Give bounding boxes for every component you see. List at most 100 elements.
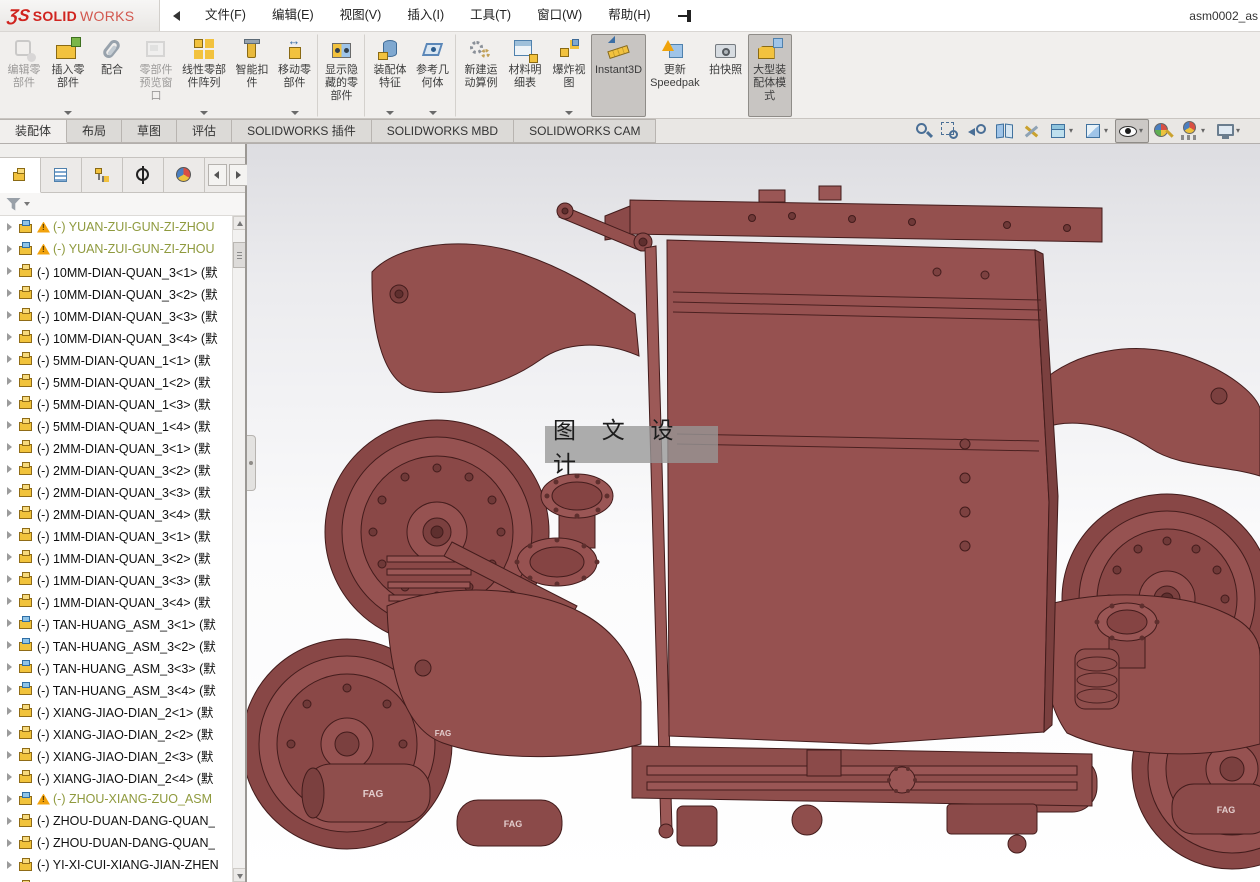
expand-arrow-icon[interactable] <box>4 419 16 431</box>
graphics-viewport[interactable]: FAG FAG FAG FAG FAG <box>247 144 1260 882</box>
tree-item[interactable]: (-) TAN-HUANG_ASM_3<4> (默 <box>0 678 232 700</box>
reference-geometry-button[interactable]: 参考几 何体 <box>412 34 456 117</box>
zoom-to-fit-button[interactable] <box>910 119 936 143</box>
tree-item[interactable]: (-) TAN-HUANG_ASM_3<1> (默 <box>0 612 232 634</box>
panel-nav-left-icon[interactable] <box>208 164 227 186</box>
exploded-view-button[interactable]: 爆炸视 图 <box>547 34 591 117</box>
insert-component-button[interactable]: 插入零 部件 <box>46 34 90 117</box>
section-view-button[interactable] <box>991 119 1017 143</box>
view-orientation-button[interactable] <box>1045 119 1079 143</box>
mate-button[interactable]: 配合 <box>90 34 134 117</box>
tab-layout[interactable]: 布局 <box>67 119 123 143</box>
hide-show-items-button[interactable] <box>1115 119 1149 143</box>
expand-arrow-icon[interactable] <box>4 661 16 673</box>
tree-item[interactable]: (-) TAN-HUANG_ASM_3<2> (默 <box>0 634 232 656</box>
tree-item[interactable]: (-) XIANG-JIAO-DIAN_2<1> (默 <box>0 700 232 722</box>
expand-arrow-icon[interactable] <box>4 441 16 453</box>
smart-fasteners-button[interactable]: 智能扣 件 <box>230 34 274 117</box>
tree-item[interactable]: (-) 1MM-DIAN-QUAN_3<1> (默 <box>0 524 232 546</box>
tree-item[interactable]: (-) ZHOU-XIANG-ZUO_ASM <box>0 788 232 810</box>
filter-funnel-icon[interactable] <box>6 197 21 211</box>
linear-pattern-button[interactable]: 线性零部 件阵列 <box>178 34 230 117</box>
expand-arrow-icon[interactable] <box>4 595 16 607</box>
tree-item[interactable]: (-) 5MM-DIAN-QUAN_1<3> (默 <box>0 392 232 414</box>
configurationmanager-tab[interactable] <box>82 158 123 192</box>
tree-item[interactable]: (-) 10MM-DIAN-QUAN_3<1> (默 <box>0 260 232 282</box>
tree-item[interactable]: (-) YUAN-ZUI-GUN-ZI-ZHOU <box>0 216 232 238</box>
tree-item[interactable]: (-) XIANG-JIAO-DIAN_2<4> (默 <box>0 766 232 788</box>
tree-item[interactable]: (-) 1MM-DIAN-QUAN_3<4> (默 <box>0 590 232 612</box>
menu-help[interactable]: 帮助(H) <box>595 0 663 31</box>
component-preview-button[interactable]: 零部件 预览窗 口 <box>134 34 178 117</box>
tree-item[interactable]: (-) ZHOU-DUAN-DANG-QUAN_ <box>0 810 232 832</box>
expand-arrow-icon[interactable] <box>4 309 16 321</box>
expand-arrow-icon[interactable] <box>4 529 16 541</box>
apply-scene-button[interactable] <box>1177 119 1211 143</box>
tab-assembly[interactable]: 装配体 <box>0 119 68 143</box>
expand-arrow-icon[interactable] <box>4 771 16 783</box>
expand-arrow-icon[interactable] <box>4 551 16 563</box>
expand-arrow-icon[interactable] <box>4 727 16 739</box>
instant3d-button[interactable]: Instant3D <box>591 34 647 117</box>
expand-arrow-icon[interactable] <box>4 859 16 871</box>
edit-appearance-button[interactable] <box>1150 119 1176 143</box>
expand-arrow-icon[interactable] <box>4 397 16 409</box>
tree-item[interactable]: (-) 1MM-DIAN-QUAN_3<2> (默 <box>0 546 232 568</box>
expand-arrow-icon[interactable] <box>4 749 16 761</box>
tab-sketch[interactable]: 草图 <box>122 119 178 143</box>
expand-arrow-icon[interactable] <box>4 287 16 299</box>
top-beam[interactable] <box>604 185 1103 243</box>
tab-solidworks-mbd[interactable]: SOLIDWORKS MBD <box>371 119 515 143</box>
move-component-button[interactable]: 移动零 部件 <box>274 33 318 117</box>
expand-arrow-icon[interactable] <box>4 265 16 277</box>
show-hidden-components-button[interactable]: 显示隐 藏的零 部件 <box>321 34 365 117</box>
assembly-features-button[interactable]: 装配体 特征 <box>368 34 412 117</box>
displaymanager-tab[interactable] <box>164 158 205 192</box>
menu-window[interactable]: 窗口(W) <box>524 0 595 31</box>
tree-item[interactable]: (-) 2MM-DIAN-QUAN_3<1> (默 <box>0 436 232 458</box>
expand-arrow-icon[interactable] <box>4 683 16 695</box>
zoom-to-area-button[interactable] <box>937 119 963 143</box>
panel-collapse-handle[interactable] <box>247 435 256 491</box>
tree-item[interactable]: (-) 10MM-DIAN-QUAN_3<3> (默 <box>0 304 232 326</box>
expand-arrow-icon[interactable] <box>4 793 16 805</box>
display-style-button[interactable] <box>1080 119 1114 143</box>
new-motion-study-button[interactable]: 新建运 动算例 <box>459 34 503 117</box>
menu-insert[interactable]: 插入(I) <box>394 0 457 31</box>
tree-item[interactable]: (-) 10MM-DIAN-QUAN_3<4> (默 <box>0 326 232 348</box>
tab-solidworks-cam[interactable]: SOLIDWORKS CAM <box>514 119 657 143</box>
tree-item[interactable]: (-) 2MM-DIAN-QUAN_3<4> (默 <box>0 502 232 524</box>
bill-of-materials-button[interactable]: 材料明 细表 <box>503 34 547 117</box>
expand-arrow-icon[interactable] <box>4 705 16 717</box>
scroll-down-icon[interactable] <box>233 868 245 882</box>
expand-arrow-icon[interactable] <box>4 375 16 387</box>
tree-item[interactable]: (-) 5MM-DIAN-QUAN_1<1> (默 <box>0 348 232 370</box>
tree-item[interactable]: (-) XIANG-JIAO-DIAN_2<3> (默 <box>0 744 232 766</box>
edit-component-button[interactable]: 编辑零 部件 <box>2 34 46 117</box>
tree-item[interactable]: (-) YI-XI-CUI-XIANG-JIAN-ZHEN <box>0 854 232 876</box>
expand-arrow-icon[interactable] <box>4 837 16 849</box>
expand-arrow-icon[interactable] <box>4 221 16 233</box>
expand-arrow-icon[interactable] <box>4 573 16 585</box>
scroll-up-icon[interactable] <box>233 216 245 230</box>
tree-item[interactable]: (-) ZHOU-DUAN-DANG-QUAN_ <box>0 832 232 854</box>
update-speedpak-button[interactable]: 更新 Speedpak <box>646 34 704 117</box>
expand-arrow-icon[interactable] <box>4 243 16 255</box>
tree-scrollbar[interactable] <box>232 216 245 882</box>
model-canvas[interactable]: FAG FAG FAG FAG FAG <box>247 144 1260 882</box>
menu-edit[interactable]: 编辑(E) <box>259 0 327 31</box>
expand-arrow-icon[interactable] <box>4 331 16 343</box>
menu-collapse-icon[interactable] <box>170 9 184 23</box>
previous-view-button[interactable] <box>964 119 990 143</box>
expand-arrow-icon[interactable] <box>4 639 16 651</box>
tree-item[interactable] <box>0 876 232 882</box>
tree-item[interactable]: (-) 1MM-DIAN-QUAN_3<3> (默 <box>0 568 232 590</box>
tab-solidworks-addins[interactable]: SOLIDWORKS 插件 <box>232 119 372 143</box>
tree-item[interactable]: (-) TAN-HUANG_ASM_3<3> (默 <box>0 656 232 678</box>
expand-arrow-icon[interactable] <box>4 815 16 827</box>
tree-item[interactable]: (-) YUAN-ZUI-GUN-ZI-ZHOU <box>0 238 232 260</box>
center-plate[interactable] <box>666 239 1059 745</box>
expand-arrow-icon[interactable] <box>4 507 16 519</box>
expand-arrow-icon[interactable] <box>4 617 16 629</box>
pin-menu-icon[interactable] <box>677 8 696 24</box>
